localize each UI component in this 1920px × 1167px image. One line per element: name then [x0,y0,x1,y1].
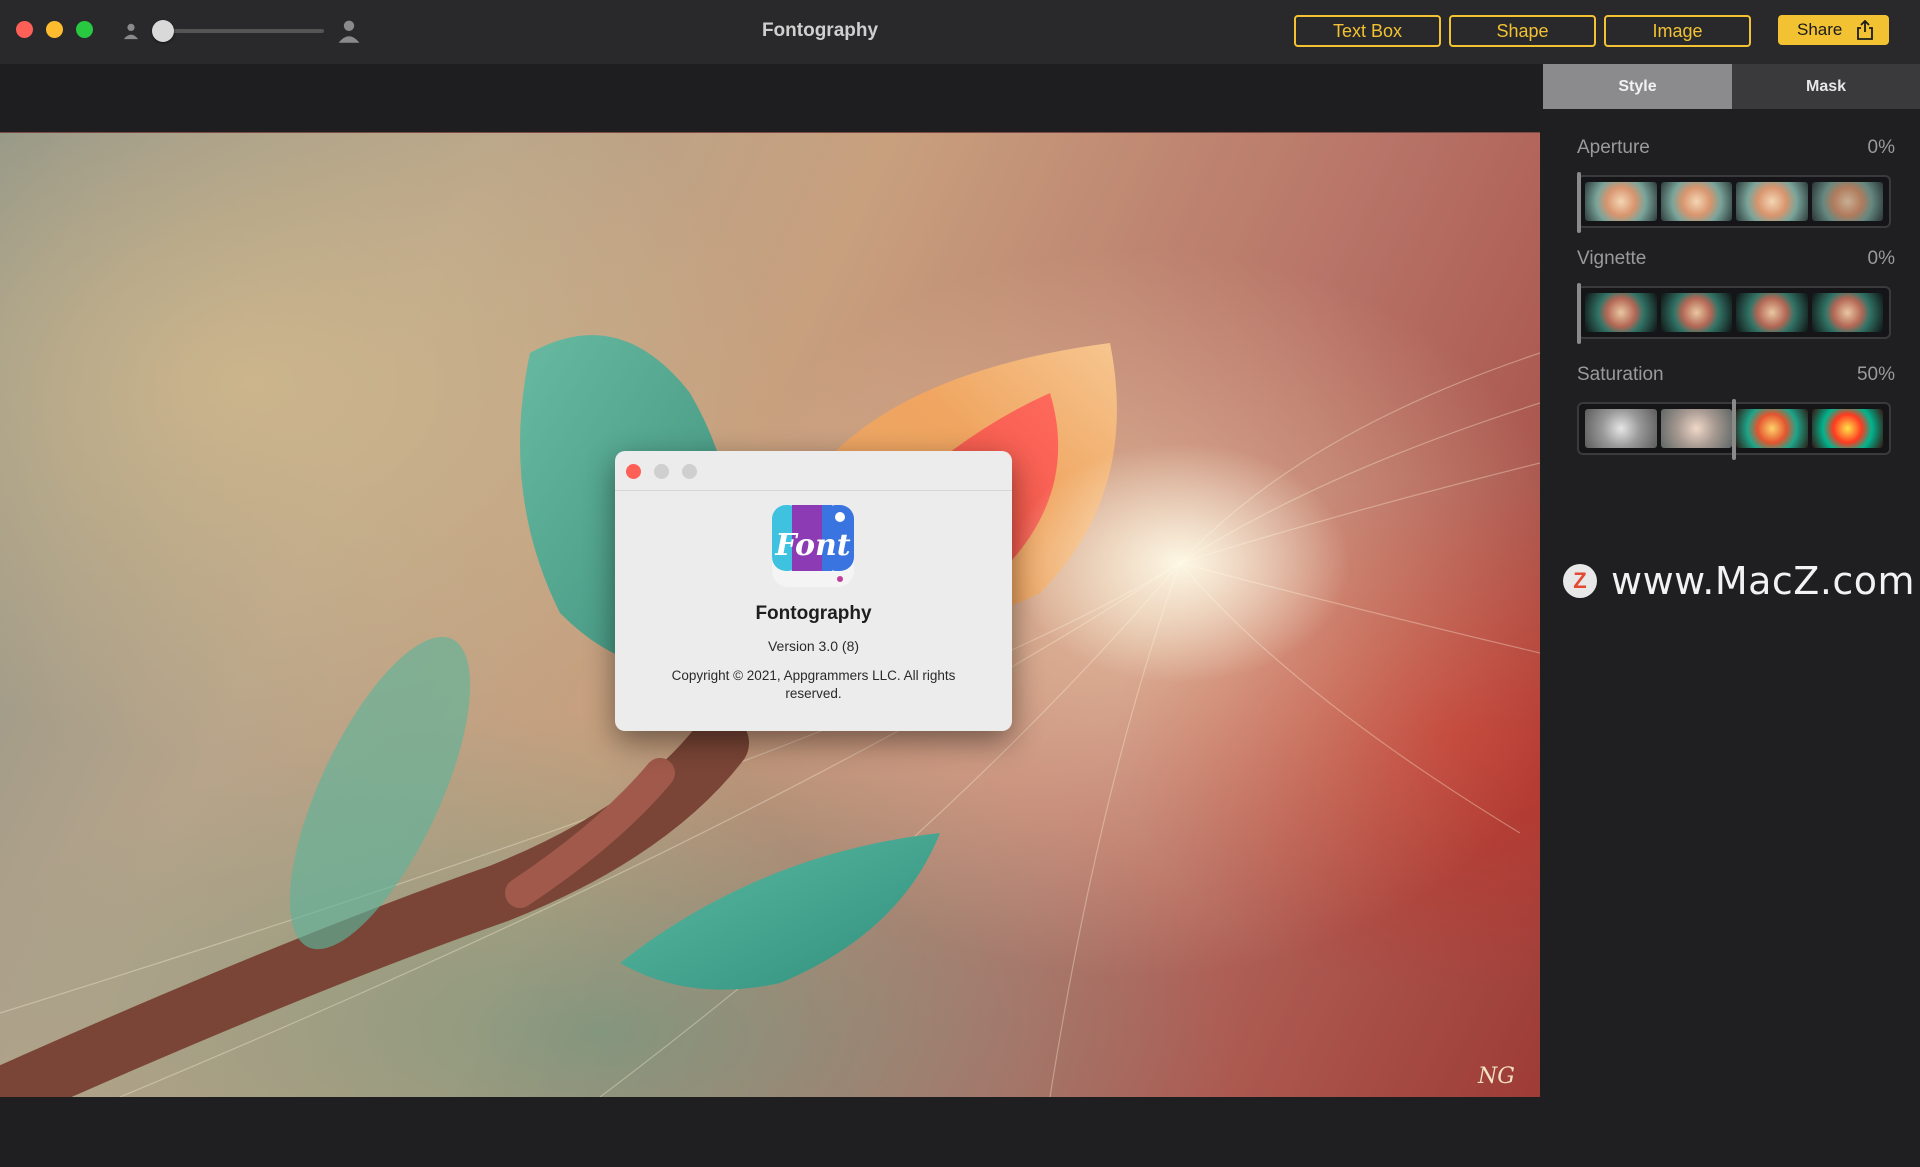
person-large-icon [338,20,360,43]
about-minimize-button [654,464,669,479]
watermark-logo-icon: Z [1563,564,1597,598]
aperture-label: Aperture [1577,137,1650,158]
about-close-button[interactable] [626,464,641,479]
saturation-handle[interactable] [1732,399,1736,460]
zoom-slider-thumb[interactable] [152,20,174,42]
shape-button[interactable]: Shape [1449,15,1596,47]
aperture-thumb [1660,182,1732,221]
aperture-thumb [1736,182,1808,221]
aperture-value: 0% [1867,137,1895,158]
saturation-thumb [1585,409,1657,448]
vignette-strip[interactable] [1577,286,1891,339]
saturation-label: Saturation [1577,364,1664,385]
vignette-thumb [1811,293,1883,332]
vignette-thumb [1585,293,1657,332]
zoom-slider-track[interactable] [162,29,324,33]
about-version: Version 3.0 (8) [767,638,860,654]
share-icon [1857,20,1873,40]
aperture-thumb [1585,182,1657,221]
share-button[interactable]: Share [1778,15,1889,45]
about-zoom-button [682,464,697,479]
share-label: Share [1797,20,1843,39]
text-box-button[interactable]: Text Box [1294,15,1441,47]
aperture-thumb [1811,182,1883,221]
vignette-thumb [1660,293,1732,332]
aperture-handle[interactable] [1577,172,1581,233]
inspector-panel: Style Mask Aperture 0% Vignette 0% Satur… [1540,64,1920,1167]
saturation-value: 50% [1856,364,1895,385]
vignette-label: Vignette [1577,248,1647,269]
svg-text:Font: Font [774,528,850,563]
photo-signature: NG [1477,1064,1515,1089]
window-title: Fontography [761,20,879,41]
photo-canvas[interactable]: NG Font Fontography Version 3.0 (8) Copy… [0,133,1540,1097]
app-icon: Font [772,505,854,587]
tab-mask[interactable]: Mask [1732,64,1920,109]
about-copyright: Copyright © 2021, Appgrammers LLC. All r… [671,668,956,701]
window-zoom-button[interactable] [76,21,93,38]
saturation-thumb [1811,409,1883,448]
about-app-name: Fontography [755,603,872,624]
title-bar: Fontography Text Box Shape Image Share [0,0,1920,64]
vignette-handle[interactable] [1577,283,1581,344]
about-titlebar [615,451,1012,491]
window-close-button[interactable] [16,21,33,38]
about-dialog: Font Fontography Version 3.0 (8) Copyrig… [615,451,1012,731]
tab-style[interactable]: Style [1543,64,1732,109]
watermark: Z www.MacZ.com [1563,559,1916,603]
vignette-thumb [1736,293,1808,332]
vignette-value: 0% [1867,248,1895,269]
saturation-thumb [1736,409,1808,448]
saturation-thumb [1660,409,1732,448]
canvas-top-margin [0,64,1540,133]
person-small-icon [123,23,139,40]
window-minimize-button[interactable] [46,21,63,38]
canvas-bottom-margin [0,1097,1540,1167]
image-button[interactable]: Image [1604,15,1751,47]
watermark-text: www.MacZ.com [1611,559,1916,603]
aperture-strip[interactable] [1577,175,1891,228]
